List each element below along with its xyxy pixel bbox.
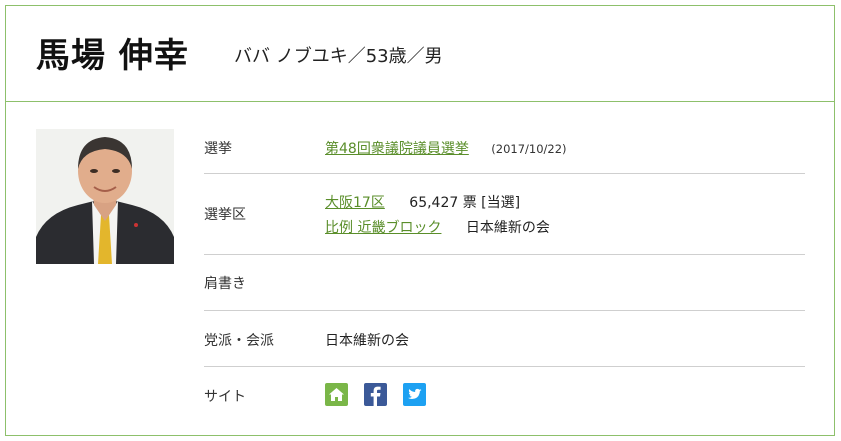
pr-block-link[interactable]: 比例 近畿ブロック (325, 220, 441, 236)
row-district-label: 選挙区 (204, 207, 246, 223)
row-election: 選挙 第48回衆議院議員選挙 (2017/10/22) (204, 124, 805, 174)
row-district: 選挙区 大阪17区 65,427 票 [当選] 比例 近畿ブロック 日本維新の会 (204, 174, 805, 255)
row-party: 党派・会派 日本維新の会 (204, 311, 805, 367)
row-title-label: 肩書き (204, 276, 246, 292)
district-line: 大阪17区 65,427 票 [当選] (325, 192, 520, 212)
facebook-icon[interactable] (364, 383, 387, 406)
district-votes: 65,427 票 [当選] (409, 195, 521, 211)
row-site: サイト (204, 367, 805, 423)
candidate-header: 馬場 伸幸 ババ ノブユキ／53歳／男 (6, 6, 834, 102)
election-date: (2017/10/22) (491, 142, 567, 156)
row-election-label: 選挙 (204, 141, 232, 157)
candidate-photo (36, 129, 174, 264)
district-link[interactable]: 大阪17区 (325, 195, 385, 211)
site-icons (325, 383, 445, 407)
pr-line: 比例 近畿ブロック 日本維新の会 (325, 217, 550, 237)
twitter-icon[interactable] (403, 383, 426, 406)
home-icon[interactable] (325, 383, 348, 406)
election-link[interactable]: 第48回衆議院議員選挙 (325, 141, 469, 157)
pr-party: 日本維新の会 (465, 220, 550, 236)
row-title: 肩書き (204, 255, 805, 311)
row-election-value: 第48回衆議院議員選挙 (2017/10/22) (325, 138, 567, 158)
row-party-label: 党派・会派 (204, 333, 274, 349)
candidate-kana-info: ババ ノブユキ／53歳／男 (234, 46, 443, 67)
row-site-label: サイト (204, 389, 246, 405)
candidate-name: 馬場 伸幸 (36, 36, 189, 76)
candidate-card: 馬場 伸幸 ババ ノブユキ／53歳／男 選挙 第48回衆議院議員選挙 (2017… (5, 5, 835, 436)
party-value: 日本維新の会 (325, 333, 409, 349)
